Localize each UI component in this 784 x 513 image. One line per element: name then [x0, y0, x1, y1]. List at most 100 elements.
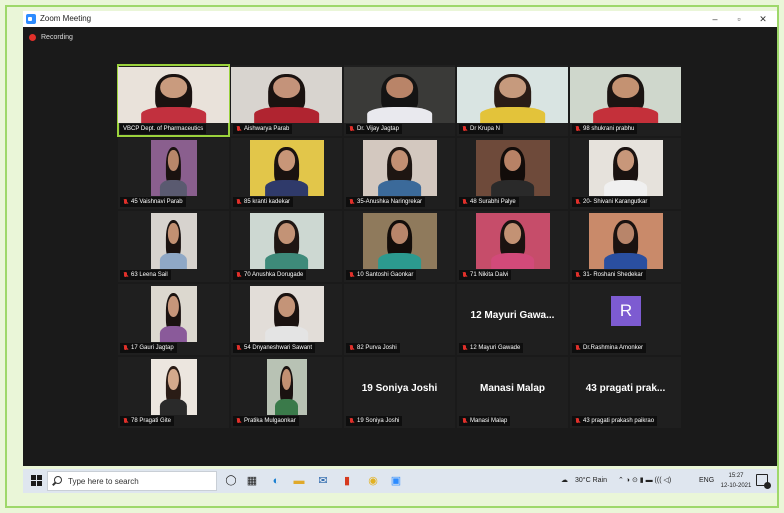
maximize-button[interactable]: ▫ — [727, 12, 751, 26]
participant-tile[interactable]: 63 Leena Sail — [118, 211, 229, 282]
search-placeholder: Type here to search — [68, 477, 139, 486]
minimize-button[interactable]: – — [703, 12, 727, 26]
participant-name: Aishwarya Parab — [244, 126, 290, 132]
face-shape — [503, 223, 522, 245]
participant-name-label: Dr Krupa N — [459, 124, 504, 134]
face-shape — [160, 77, 187, 99]
participant-tile[interactable]: 78 Pragati Gite — [118, 357, 229, 428]
body-shape — [479, 107, 546, 123]
face-shape — [503, 150, 522, 172]
participant-video — [231, 67, 342, 123]
participant-tile[interactable]: 43 pragati prak... 43 pragati prakash pai… — [570, 357, 681, 428]
participant-name: 35-Anushka Naringrekar — [357, 199, 423, 205]
participant-tile[interactable]: 54 Dnyaneshwari Sawant — [231, 284, 342, 355]
participant-name-label: 98 shukrani prabhu — [572, 124, 638, 134]
mail-icon[interactable]: ✉ — [315, 473, 331, 489]
participant-tile[interactable]: 12 Mayuri Gawa... 12 Mayuri Gawade — [457, 284, 568, 355]
participant-tile[interactable]: 10 Santoshi Gaonkar — [344, 211, 455, 282]
participant-silhouette — [600, 213, 652, 269]
participant-silhouette — [587, 67, 665, 123]
participant-tile[interactable]: Manasi Malap Manasi Malap — [457, 357, 568, 428]
body-shape — [159, 180, 187, 196]
participant-name: Dr.Rashmina Amonker — [583, 345, 644, 351]
participant-silhouette — [157, 359, 189, 415]
participant-name-label: Dr.Rashmina Amonker — [572, 343, 647, 353]
participant-name: Pratika Mulgaonkar — [244, 418, 296, 424]
participant-tile[interactable]: 70 Anushka Dorugade — [231, 211, 342, 282]
participant-silhouette — [157, 286, 189, 342]
weather-text[interactable]: 30°C Rain — [575, 469, 607, 493]
taskbar-clock[interactable]: 15:27 12-10-2021 — [719, 471, 753, 491]
widgets-icon[interactable]: ▦ — [244, 473, 260, 489]
window-title: Zoom Meeting — [40, 14, 92, 23]
zoom-taskbar-icon[interactable]: ▣ — [388, 473, 404, 489]
participant-avatar: R — [611, 296, 641, 326]
participant-tile[interactable]: 48 Surabhi Palye — [457, 138, 568, 209]
participant-tile[interactable]: Aishwarya Parab — [231, 65, 342, 136]
participant-display-name: 19 Soniya Joshi — [361, 383, 438, 394]
recording-dot-icon — [29, 34, 36, 41]
participant-name-label: 71 Nikita Dalvi — [459, 270, 512, 280]
participant-tile[interactable]: 85 kranti kadekar — [231, 138, 342, 209]
participant-tile[interactable]: Dr. Vijay Jagtap — [344, 65, 455, 136]
mic-muted-icon — [349, 126, 354, 132]
participant-name-label: 48 Surabhi Palye — [459, 197, 519, 207]
participant-tile[interactable]: 20- Shivani Karangutkar — [570, 138, 681, 209]
body-shape — [159, 253, 187, 269]
participant-video — [118, 67, 229, 123]
participant-tile[interactable]: 35-Anushka Naringrekar — [344, 138, 455, 209]
taskbar-search-box[interactable]: Type here to search — [47, 471, 217, 491]
participant-name-label: VBCP Dept. of Pharmaceutics — [120, 124, 207, 134]
notification-icon[interactable] — [756, 474, 771, 489]
participant-name-label: 12 Mayuri Gawade — [459, 343, 524, 353]
body-shape — [592, 107, 659, 123]
search-icon — [54, 476, 62, 484]
file-explorer-icon[interactable]: ▬ — [291, 473, 307, 489]
participant-name: Dr. Vijay Jagtap — [357, 126, 399, 132]
participant-tile[interactable]: 45 Vaishnavi Parab — [118, 138, 229, 209]
participant-name: 43 pragati prakash paikrao — [583, 418, 655, 424]
participant-name: Manasi Malap — [470, 418, 508, 424]
participant-tile[interactable]: R Dr.Rashmina Amonker — [570, 284, 681, 355]
language-indicator[interactable]: ENG — [699, 469, 714, 493]
participant-silhouette — [374, 213, 426, 269]
participant-tile[interactable]: 98 shukrani prabhu — [570, 65, 681, 136]
zoom-app-icon — [26, 14, 36, 24]
mic-muted-icon — [575, 199, 580, 205]
participant-tile[interactable]: 82 Purva Joshi — [344, 284, 455, 355]
face-shape — [168, 296, 179, 318]
participant-video — [150, 213, 197, 269]
participant-tile[interactable]: Pratika Mulgaonkar — [231, 357, 342, 428]
participant-video — [266, 359, 307, 415]
participant-name: 20- Shivani Karangutkar — [583, 199, 648, 205]
mic-muted-icon — [575, 345, 580, 351]
close-button[interactable]: ✕ — [751, 12, 775, 26]
office-icon[interactable]: ▮ — [339, 473, 355, 489]
participant-tile[interactable]: Dr Krupa N — [457, 65, 568, 136]
participant-name: 82 Purva Joshi — [357, 345, 397, 351]
participant-silhouette — [374, 140, 426, 196]
participant-video — [475, 140, 550, 196]
task-view-icon[interactable]: ◯ — [223, 473, 239, 489]
mic-muted-icon — [123, 272, 128, 278]
face-shape — [390, 150, 409, 172]
mic-muted-icon — [575, 126, 580, 132]
chrome-icon[interactable]: ◉ — [365, 473, 381, 489]
weather-icon[interactable]: ☁ — [561, 469, 568, 493]
mic-muted-icon — [236, 345, 241, 351]
body-shape — [377, 180, 422, 196]
participant-tile[interactable]: 19 Soniya Joshi 19 Soniya Joshi — [344, 357, 455, 428]
windows-start-icon[interactable] — [31, 475, 43, 487]
participant-name: 54 Dnyaneshwari Sawant — [244, 345, 313, 351]
participant-tile[interactable]: 31- Roshani Shedekar — [570, 211, 681, 282]
participant-tile[interactable]: 71 Nikita Dalvi — [457, 211, 568, 282]
participant-tile[interactable]: VBCP Dept. of Pharmaceutics — [117, 64, 230, 137]
body-shape — [159, 399, 187, 415]
participant-video — [344, 67, 455, 123]
body-shape — [140, 107, 207, 123]
participant-name: 63 Leena Sail — [131, 272, 168, 278]
participant-display-name: Manasi Malap — [479, 383, 546, 394]
edge-icon[interactable]: ◐ — [268, 473, 284, 489]
system-tray-icons[interactable]: ⌃ ◑ ⊙ ▮ ▬ ((( ◁) — [618, 469, 671, 493]
participant-tile[interactable]: 17 Gauri Jagtap — [118, 284, 229, 355]
